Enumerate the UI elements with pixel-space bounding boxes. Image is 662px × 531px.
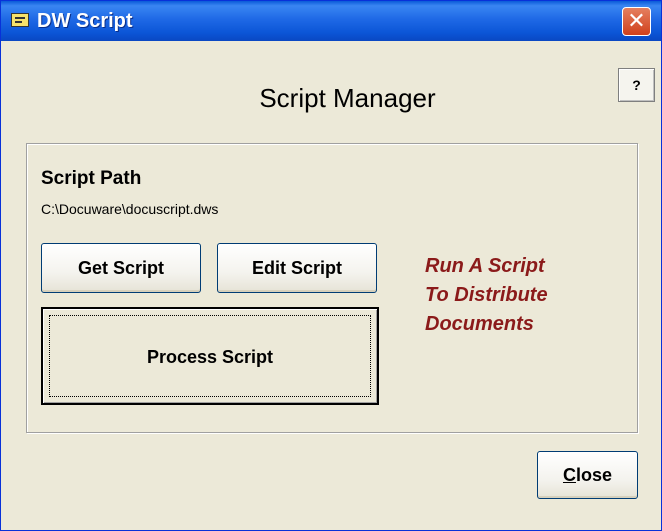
script-path-value: C:\Docuware\docuscript.dws — [41, 201, 219, 217]
close-mnemonic: C — [562, 465, 576, 485]
title-bar[interactable]: DW Script ✕ — [1, 1, 661, 41]
script-path-label: Script Path — [41, 168, 142, 189]
dw-script-window: DW Script ✕ ? Script Manager Script Path… — [0, 0, 662, 531]
run-script-note: Run A Script To Distribute Documents — [425, 252, 625, 339]
close-label-rest: lose — [575, 465, 613, 485]
close-icon[interactable]: ✕ — [622, 7, 651, 36]
note-line-1: Run A Script — [425, 255, 545, 277]
page-title: Script Manager — [259, 83, 436, 113]
window-title: DW Script — [37, 10, 133, 32]
focus-rectangle — [49, 315, 371, 397]
close-button[interactable]: Close — [537, 451, 638, 499]
note-line-3: Documents — [425, 313, 534, 335]
edit-script-button[interactable]: Edit Script — [217, 243, 377, 293]
notepad-icon — [11, 13, 29, 27]
note-line-2: To Distribute — [425, 284, 548, 306]
get-script-button[interactable]: Get Script — [41, 243, 201, 293]
process-script-button[interactable]: Process Script — [41, 307, 379, 405]
